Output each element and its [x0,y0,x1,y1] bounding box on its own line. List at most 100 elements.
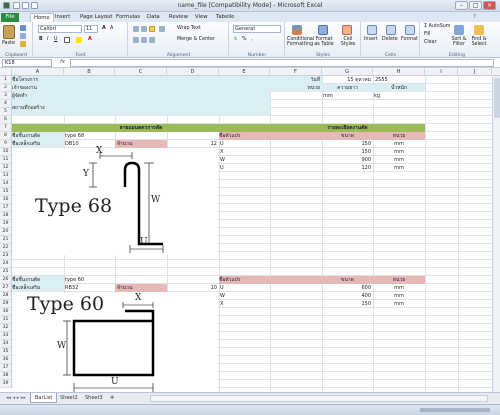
row-header-12[interactable]: 12 [0,164,12,172]
tab-page-layout[interactable]: Page Layout [77,13,116,22]
cell-g1[interactable]: 15 ตุลาคม [322,76,373,84]
row-header-35[interactable]: 35 [0,348,12,356]
tab-insert[interactable]: Insert [52,13,73,22]
col-header-j[interactable]: J [458,68,492,76]
cell-h12[interactable]: mm [373,164,425,172]
cell-g26[interactable]: ขนาด [322,276,373,284]
row-header-19[interactable]: 19 [0,220,12,228]
wrap-text-button[interactable]: Wrap Text [177,26,201,31]
cell-a1-label[interactable]: ชื่อโครงการ [12,76,270,84]
col-header-i[interactable]: I [425,68,458,76]
conditional-formatting-button[interactable]: Conditional Formatting [287,37,314,47]
cell-styles-icon[interactable] [342,25,352,35]
format-as-table-button[interactable]: Format as Table [313,37,335,47]
tab-view[interactable]: View [192,13,211,22]
cell-b9[interactable]: DB10 [65,140,115,148]
row-header-17[interactable]: 17 [0,204,12,212]
font-name-select[interactable]: Calibri [38,25,82,33]
cell-f28[interactable]: W [220,292,270,300]
sort-filter-button[interactable]: Sort & Filter [451,37,467,47]
italic-icon[interactable]: I [47,37,48,42]
align-top-icon[interactable] [133,26,139,32]
bold-icon[interactable]: B [39,37,43,42]
cell-g27[interactable]: 600 [322,284,371,292]
borders-icon[interactable] [64,37,70,43]
cell-styles-button[interactable]: Cell Styles [338,37,358,47]
cell-d9[interactable]: 12 [167,140,217,148]
format-as-table-icon[interactable] [318,25,328,35]
cell-a9[interactable]: ชื่อเหล็กเสริม [12,140,64,148]
sort-filter-icon[interactable] [454,25,464,35]
align-right-icon[interactable] [149,37,155,43]
row-header-15[interactable]: 15 [0,188,12,196]
row-header-29[interactable]: 29 [0,300,12,308]
format-button[interactable]: Format [401,37,418,42]
cell-b26[interactable]: type 60 [65,276,219,284]
clear-button[interactable]: Clear [424,40,437,45]
cell-h1[interactable]: 2555 [375,76,425,84]
maximize-button[interactable]: □ [469,1,482,10]
row-header-38[interactable]: 38 [0,372,12,380]
row-header-3[interactable]: 3 [0,92,12,100]
cell-g28[interactable]: 400 [322,292,371,300]
cell-g12[interactable]: 120 [322,164,371,172]
cell-f11[interactable]: W [220,156,270,164]
horizontal-scrollbar[interactable] [150,395,488,402]
cell-a26[interactable]: ชื่อชิ้นงานตัด [12,276,64,284]
sheet-tab-barlist[interactable]: BarList [30,393,58,403]
section1-right-header[interactable]: รายละเอียดงานตัด [270,124,425,132]
align-left-icon[interactable] [133,37,139,43]
row-header-14[interactable]: 14 [0,180,12,188]
align-center-icon[interactable] [141,37,147,43]
currency-icon[interactable]: $ [234,37,237,42]
name-box[interactable]: K18 [2,59,52,67]
tab-home[interactable]: Home [30,13,54,22]
row-header-4[interactable]: 4 [0,100,12,108]
comma-icon[interactable]: , [251,37,253,42]
cell-g11[interactable]: 900 [322,156,371,164]
cell-h8[interactable]: หน่วย [373,132,425,140]
cell-c9[interactable]: จำนวน [115,140,167,148]
cell-g9[interactable]: 150 [322,140,371,148]
cell-a8[interactable]: ชื่อชิ้นงานตัด [12,132,64,140]
tab-review[interactable]: Review [166,13,191,22]
tab-file[interactable]: File [1,13,19,22]
fill-button[interactable]: Fill [424,32,430,37]
cell-f1[interactable]: วันที่ [270,76,322,84]
row-header-26[interactable]: 26 [0,276,12,284]
tab-formulas[interactable]: Formulas [113,13,143,22]
row-header-8[interactable]: 8 [0,132,12,140]
row-header-27[interactable]: 27 [0,284,12,292]
cell-h28[interactable]: mm [373,292,425,300]
sheet-nav-arrows-icon[interactable]: ◂◂ ◂ ▸ ▸▸ [2,393,30,403]
cell-g2[interactable]: ความยาว [322,84,373,92]
insert-button[interactable]: Insert [364,37,378,42]
row-header-9[interactable]: 9 [0,140,12,148]
cell-g3[interactable]: mm [323,92,373,100]
merge-center-button[interactable]: Merge & Center [177,37,215,42]
cell-f29[interactable]: X [220,300,270,308]
row-header-10[interactable]: 10 [0,148,12,156]
cell-f2[interactable]: หน่วย [270,84,322,92]
row-header-30[interactable]: 30 [0,308,12,316]
row-header-11[interactable]: 11 [0,156,12,164]
row-header-23[interactable]: 23 [0,252,12,260]
row-header-39[interactable]: 39 [0,380,12,388]
row-header-25[interactable]: 25 [0,268,12,276]
row-header-24[interactable]: 24 [0,260,12,268]
font-size-select[interactable]: 11 [84,25,98,33]
row-header-20[interactable]: 20 [0,228,12,236]
shrink-font-icon[interactable]: A [110,26,113,31]
help-icon[interactable]: ? [470,13,479,22]
row-header-1[interactable]: 1 [0,76,12,84]
cell-h29[interactable]: mm [373,300,425,308]
conditional-formatting-icon[interactable] [292,25,302,35]
cell-f26[interactable]: ชื่อตัวแปร [219,276,322,284]
cell-f8[interactable]: ชื่อตัวแปร [219,132,322,140]
cell-d27[interactable]: 10 [167,284,217,292]
row-header-5[interactable]: 5 [0,108,12,116]
cut-icon[interactable] [20,25,26,31]
row-header-36[interactable]: 36 [0,356,12,364]
row-header-7[interactable]: 7 [0,124,12,132]
row-header-31[interactable]: 31 [0,316,12,324]
